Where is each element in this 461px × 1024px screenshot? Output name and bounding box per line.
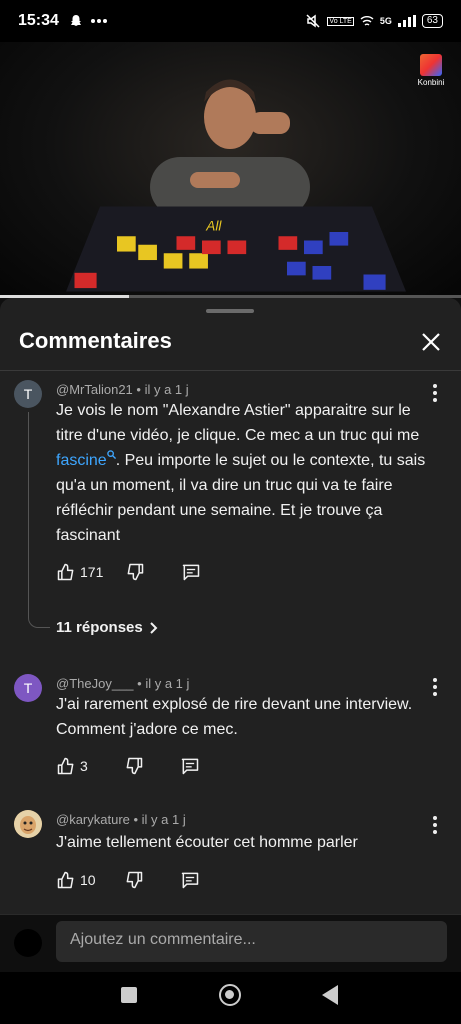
comment-input-bar: Ajoutez un commentaire...: [0, 914, 461, 972]
volte-indicator: Vo LTE: [327, 16, 354, 26]
system-nav-bar: [0, 972, 461, 1024]
like-count: 171: [80, 564, 104, 580]
thumbs-down-icon: [127, 563, 144, 581]
video-player[interactable]: Konbini All: [0, 42, 461, 298]
recents-button[interactable]: [121, 987, 137, 1003]
comment-meta: @MrTalion21 • il y a 1 j: [56, 382, 189, 397]
avatar[interactable]: T: [14, 380, 42, 408]
comment-author[interactable]: @TheJoy___: [56, 676, 134, 691]
video-person-figure: [150, 79, 310, 212]
comment-meta: @karykature • il y a 1 j: [56, 812, 186, 827]
thumbs-up-icon: [57, 563, 74, 581]
comment-actions: 171: [56, 562, 201, 582]
like-button[interactable]: 171: [56, 562, 103, 582]
like-button[interactable]: 10: [56, 870, 96, 890]
channel-logo-text: Konbini: [417, 78, 445, 87]
status-time: 15:34: [18, 12, 59, 29]
like-count: 3: [80, 758, 88, 774]
search-link[interactable]: fascine: [56, 449, 116, 469]
snapchat-icon: [70, 15, 81, 26]
more-options-icon[interactable]: [433, 816, 439, 837]
divider: [0, 370, 461, 371]
thumbs-down-icon: [126, 757, 143, 775]
comment-time: il y a 1 j: [145, 676, 190, 691]
comment-time: il y a 1 j: [141, 812, 186, 827]
signal-icon: [397, 15, 416, 27]
channel-logo: Konbini: [415, 54, 447, 87]
reply-icon: [181, 758, 199, 775]
status-bar: 15:34 Vo LTE 5G 63: [0, 0, 461, 42]
replies-count: 11 réponses: [56, 619, 143, 636]
reply-icon: [181, 872, 198, 889]
comment-author[interactable]: @karykature: [56, 812, 130, 827]
more-options-icon[interactable]: [433, 384, 439, 405]
comments-sheet: Commentaires T @MrTalion21 • il y a 1 j …: [0, 298, 461, 914]
network-type: 5G: [379, 16, 392, 26]
konbini-logo-icon: [420, 54, 442, 76]
drag-handle[interactable]: [206, 309, 254, 313]
avatar-image-icon: [14, 810, 42, 838]
mute-icon: [306, 14, 320, 28]
chevron-right-icon: [150, 621, 158, 634]
thumbs-down-icon: [126, 871, 142, 889]
home-button[interactable]: [219, 984, 241, 1006]
wifi-icon: [360, 16, 374, 26]
comment-time: il y a 1 j: [144, 382, 189, 397]
reply-button[interactable]: [181, 562, 201, 582]
battery-indicator: 63: [421, 14, 443, 28]
comment-actions: 10: [56, 870, 200, 890]
reply-button[interactable]: [180, 870, 200, 890]
comment-text: J'aime tellement écouter cet homme parle…: [56, 834, 358, 851]
comment-actions: 3: [56, 756, 200, 776]
more-options-icon[interactable]: [433, 678, 439, 699]
avatar[interactable]: [14, 810, 42, 838]
video-game-board: All: [66, 206, 406, 292]
search-icon: [106, 449, 116, 459]
reply-button[interactable]: [180, 756, 200, 776]
user-avatar: [14, 929, 42, 957]
svg-text:All: All: [205, 218, 222, 233]
comment-text: J'ai rarement explosé de rire devant une…: [56, 696, 413, 738]
like-count: 10: [80, 872, 96, 888]
dislike-button[interactable]: [124, 756, 144, 776]
more-notifications-icon: [90, 19, 107, 23]
comment-text: Je vois le nom "Alexandre Astier" appara…: [56, 402, 426, 544]
like-button[interactable]: 3: [56, 756, 88, 776]
thread-line: [28, 412, 50, 628]
avatar[interactable]: T: [14, 674, 42, 702]
thumbs-up-icon: [57, 871, 74, 889]
reply-icon: [183, 564, 200, 581]
view-replies-button[interactable]: 11 réponses: [56, 619, 159, 636]
back-button[interactable]: [322, 985, 338, 1005]
close-icon[interactable]: [419, 330, 443, 354]
thumbs-up-icon: [57, 757, 74, 775]
comment-author[interactable]: @MrTalion21: [56, 382, 133, 397]
dislike-button[interactable]: [124, 870, 144, 890]
comments-title: Commentaires: [19, 328, 172, 353]
dislike-button[interactable]: [125, 562, 145, 582]
comment-input[interactable]: Ajoutez un commentaire...: [56, 921, 447, 962]
comment-meta: @TheJoy___ • il y a 1 j: [56, 676, 190, 691]
